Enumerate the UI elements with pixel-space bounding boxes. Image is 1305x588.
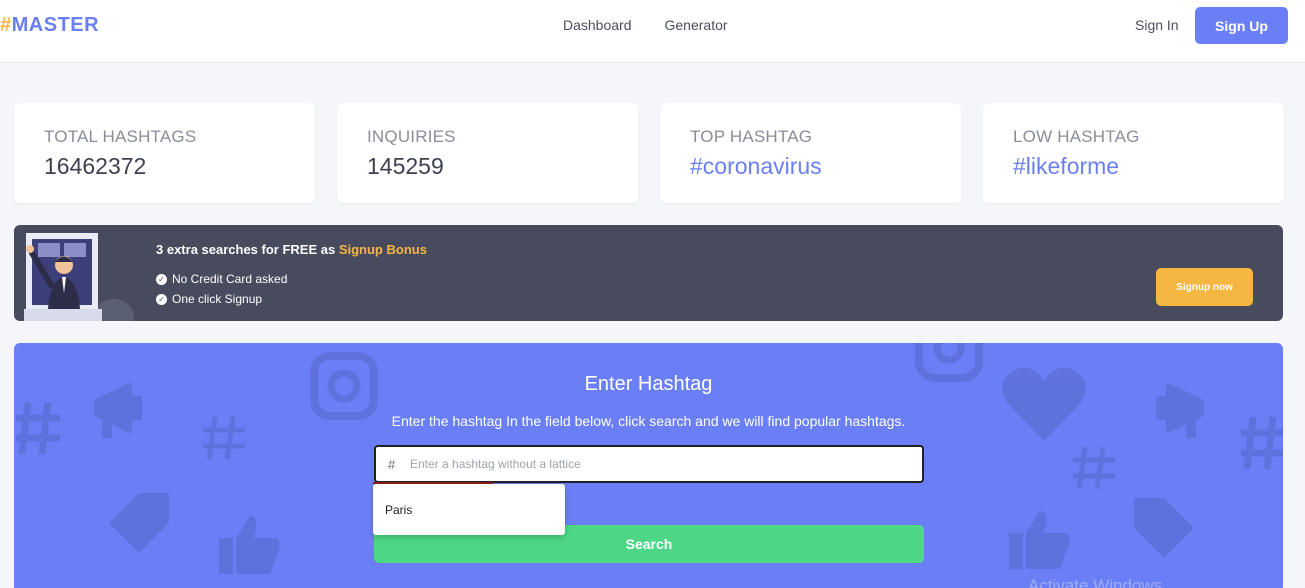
hashtag-search-section: Enter Hashtag Enter the hashtag In the f… [14,343,1283,588]
price-tag-icon [1134,498,1194,558]
stats-row: TOTAL HASHTAGS 16462372 INQUIRIES 145259… [14,103,1284,203]
autocomplete-dropdown: Paris [373,484,565,535]
banner-feature-label: One click Signup [172,292,263,306]
hash-prefix: # [388,457,396,472]
banner-feature-no-credit-card: ✓ No Credit Card asked [156,272,287,286]
low-hashtag-link[interactable]: #likeforme [1013,153,1254,180]
hashtag-input-wrapper[interactable]: # [374,445,924,483]
signup-bonus-banner: 3 extra searches for FREE as Signup Bonu… [14,225,1283,321]
banner-title-text: 3 extra searches for FREE as [156,242,339,257]
thumbs-up-icon [1009,511,1070,569]
main-nav: Dashboard Generator [563,17,728,33]
signup-now-button[interactable]: Signup now [1156,268,1253,306]
top-hashtag-link[interactable]: #coronavirus [690,153,931,180]
stat-card-top-hashtag: TOP HASHTAG #coronavirus [660,103,961,203]
check-icon: ✓ [156,293,167,305]
top-header: #MASTER Dashboard Generator Sign In Sign… [0,0,1305,63]
banner-feature-one-click: ✓ One click Signup [156,292,262,306]
waving-man-illustration [24,233,134,321]
banner-feature-label: No Credit Card asked [172,272,288,286]
autocomplete-option[interactable]: Paris [385,503,412,517]
nav-generator[interactable]: Generator [665,17,728,33]
stat-card-low-hashtag: LOW HASHTAG #likeforme [983,103,1284,203]
sign-in-link[interactable]: Sign In [1135,17,1179,33]
logo-hash: # [0,14,12,36]
hashtag-icon [1073,446,1115,490]
stat-label: TOTAL HASHTAGS [44,127,197,146]
stat-label: TOP HASHTAG [690,127,813,146]
hashtag-input[interactable] [410,452,910,476]
stat-label: INQUIRIES [367,127,456,146]
search-title: Enter Hashtag [584,373,713,395]
search-subtitle: Enter the hashtag In the field below, cl… [391,413,906,429]
stat-value: 16462372 [44,153,147,179]
nav-dashboard[interactable]: Dashboard [563,17,632,33]
price-tag-icon [109,493,169,553]
os-watermark: Activate Windows [1028,576,1163,588]
banner-title: 3 extra searches for FREE as Signup Bonu… [156,242,427,257]
stat-label: LOW HASHTAG [1013,127,1140,146]
banner-title-accent: Signup Bonus [338,242,427,257]
check-icon: ✓ [156,273,167,285]
stat-card-total-hashtags: TOTAL HASHTAGS 16462372 [14,103,315,203]
thumbs-up-icon [219,516,280,574]
sign-up-button[interactable]: Sign Up [1195,7,1288,44]
stat-card-inquiries: INQUIRIES 145259 [337,103,638,203]
logo-text: MASTER [11,14,100,36]
logo[interactable]: #MASTER [0,14,99,37]
stat-value: 145259 [367,153,444,179]
